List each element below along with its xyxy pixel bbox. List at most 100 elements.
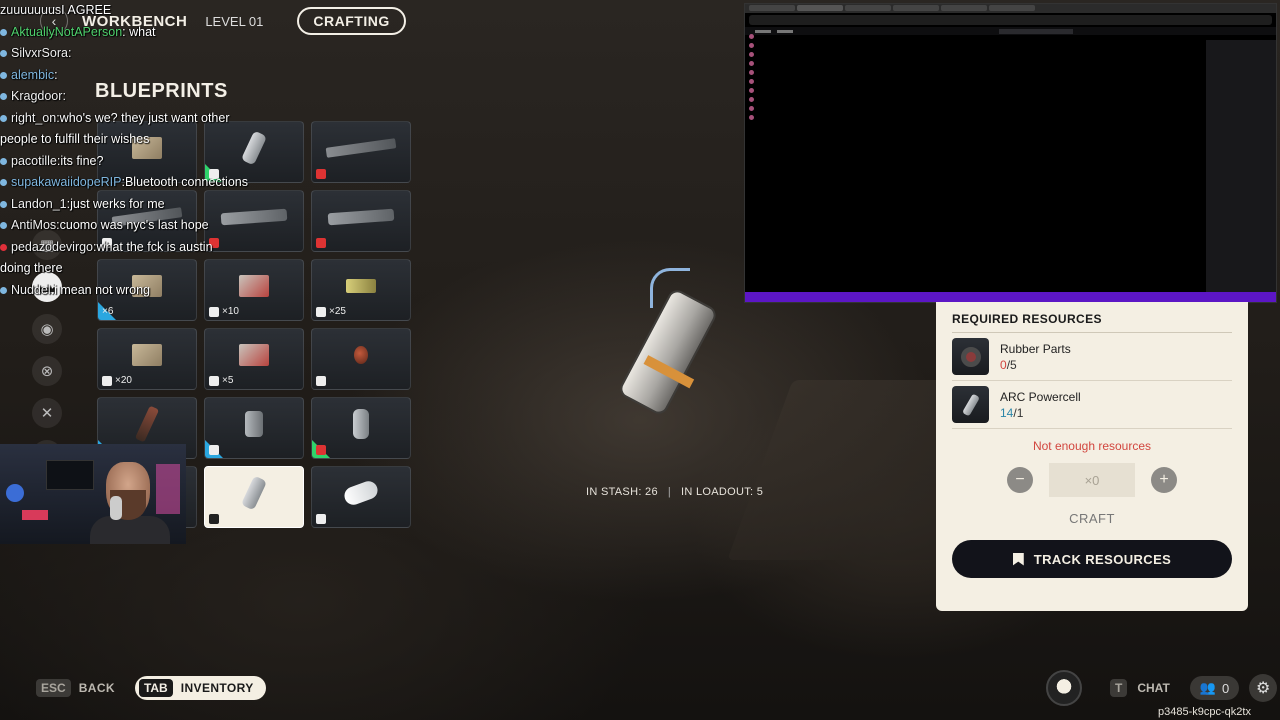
blueprint-slot[interactable] (311, 190, 411, 252)
t-key: T (1110, 679, 1128, 697)
blueprint-count: ×25 (329, 306, 346, 317)
lines-icon (102, 375, 112, 386)
browser-tabs (745, 4, 1276, 13)
craft-button[interactable]: CRAFT (952, 511, 1232, 526)
blueprint-count: ×5 (222, 375, 234, 386)
blueprint-slot[interactable] (204, 397, 304, 459)
not-enough-warning: Not enough resources (1032, 439, 1152, 453)
resource-row: Rubber Parts 0/5 (952, 333, 1232, 381)
video-player[interactable] (757, 40, 1204, 288)
category-gadgets-icon[interactable]: ⊗ (32, 356, 62, 386)
blueprint-slot[interactable] (311, 328, 411, 390)
chat-message: Nuddel:i mean not wrong (0, 280, 232, 302)
tab-crafting[interactable]: CRAFTING (297, 7, 406, 35)
cross-icon (316, 514, 326, 524)
track-resources-label: TRACK RESOURCES (1033, 551, 1172, 567)
blueprint-slot[interactable]: ×25 (311, 259, 411, 321)
chat-username: pacotille (11, 153, 57, 168)
blueprint-badge: ×10 (209, 306, 239, 317)
blueprint-badge (316, 514, 326, 524)
bottom-left-controls: ESC BACK TAB INVENTORY (36, 676, 266, 700)
friends-icon: 👥 (1199, 680, 1216, 695)
esc-key: ESC (36, 679, 71, 697)
blueprint-item-image (239, 275, 269, 298)
blueprint-slot[interactable] (311, 121, 411, 183)
chat-badge-icon (0, 286, 7, 294)
blueprint-item-image (341, 479, 381, 508)
chat-message: alembic: (0, 65, 232, 87)
in-stash-label: IN STASH: (586, 486, 642, 498)
blueprint-badge: ×25 (316, 306, 346, 317)
player-avatar[interactable] (1046, 670, 1082, 706)
chat-badge-icon (0, 50, 7, 58)
resource-row: ARC Powercell 14/1 (952, 381, 1232, 429)
decrease-button[interactable]: − (1007, 467, 1033, 493)
browser-site-nav (745, 27, 1276, 35)
red-target-icon (316, 445, 326, 455)
blueprint-slot[interactable]: ×20 (97, 328, 197, 390)
blueprint-count: ×6 (102, 306, 114, 317)
chat-text: I AGREE (61, 3, 112, 17)
chat-text: : (62, 89, 66, 103)
back-button[interactable]: BACK (79, 681, 115, 695)
blueprint-slot[interactable] (204, 466, 304, 528)
browser-chat-pane (1206, 40, 1276, 292)
chat-badge-icon (0, 93, 7, 101)
chat-text: : (67, 46, 72, 60)
chat-message: right_on:who's we? they just want other … (0, 108, 232, 151)
blueprint-count: ×10 (222, 306, 239, 317)
chat-badge-icon (0, 28, 7, 36)
chat-username: Kragdoor (11, 89, 63, 103)
chat-username: SilvxrSora (11, 46, 68, 60)
chat-username: right_on (11, 110, 57, 125)
blueprint-item-image (132, 344, 162, 367)
in-stash-count: 26 (645, 486, 658, 498)
quantity-field[interactable]: ×0 (1049, 463, 1135, 497)
blueprint-item-image (353, 409, 369, 440)
blueprint-item-image (327, 209, 395, 226)
blueprint-badge: ×6 (102, 306, 113, 317)
blueprint-badge (209, 445, 219, 455)
chat-message: pedazodevirgo:what the fck is austin doi… (0, 237, 232, 280)
bars-icon (209, 375, 219, 386)
chat-username: AktuallyNotAPerson (11, 24, 123, 39)
chat-message: SilvxrSora: (0, 43, 232, 65)
red-slash-icon (316, 169, 326, 179)
target-icon (209, 445, 219, 455)
track-resources-button[interactable]: TRACK RESOURCES (952, 540, 1232, 578)
chat-message: AktuallyNotAPerson: what (0, 22, 232, 44)
increase-button[interactable]: + (1151, 467, 1177, 493)
in-loadout-count: 5 (756, 486, 764, 498)
blueprint-count: ×20 (115, 375, 132, 386)
blueprint-slot[interactable] (311, 466, 411, 528)
chat-username: AntiMos (11, 218, 57, 232)
blueprint-badge (209, 514, 219, 524)
browser-sidebar (747, 34, 755, 174)
friends-button[interactable]: 👥 0 (1189, 676, 1240, 700)
blueprint-slot[interactable] (311, 397, 411, 459)
required-resources-heading: REQUIRED RESOURCES (952, 312, 1232, 333)
category-weapons-icon[interactable]: ◉ (32, 314, 62, 344)
tab-key: TAB (138, 679, 173, 697)
chat-badge-icon (0, 179, 7, 187)
chat-username: pedazodevirgo (11, 239, 94, 254)
arc-powercell-thumbnail (952, 386, 989, 423)
red-ammo-icon (316, 238, 326, 248)
stash-info: IN STASH: 26 | IN LOADOUT: 5 (586, 486, 763, 498)
resource-count: 14/1 (1000, 405, 1024, 420)
category-tools-icon[interactable]: ✕ (32, 398, 62, 428)
gear-icon[interactable]: ⚙ (1249, 674, 1278, 702)
item-body (616, 286, 720, 418)
chat-text: :its fine? (56, 153, 104, 168)
resource-count: 0/5 (1000, 357, 1017, 372)
stream-chat: zuuuuuuusI AGREE AktuallyNotAPerson: what… (0, 0, 248, 302)
browser-url-bar[interactable] (749, 15, 1272, 25)
chat-badge-icon (0, 200, 7, 208)
blueprint-item-image (240, 130, 268, 166)
blueprint-slot[interactable]: ×5 (204, 328, 304, 390)
blueprint-item-image (245, 411, 263, 438)
blueprint-item-image (239, 344, 269, 367)
chat-username: Landon_1 (11, 196, 67, 211)
chat-button[interactable]: CHAT (1137, 681, 1169, 695)
inventory-button[interactable]: TAB INVENTORY (134, 676, 266, 700)
